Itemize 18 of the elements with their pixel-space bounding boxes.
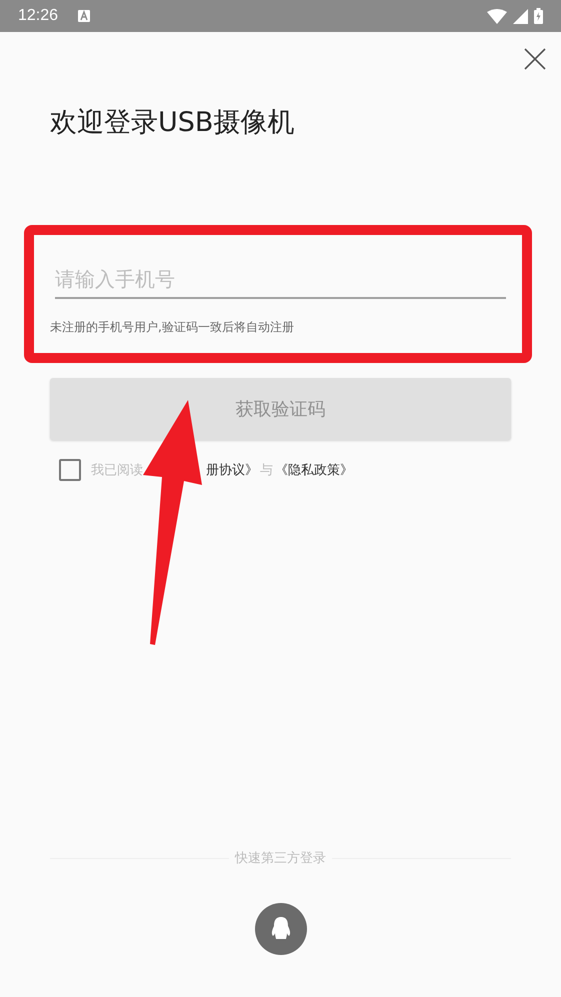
- phone-input-field[interactable]: 请输入手机号: [55, 267, 506, 299]
- agreement-link[interactable]: 册协议》: [206, 461, 258, 479]
- page-title: 欢迎登录USB摄像机: [50, 106, 296, 140]
- close-button[interactable]: [522, 46, 548, 72]
- registration-hint: 未注册的手机号用户,验证码一致后将自动注册: [50, 319, 295, 336]
- signal-icon: [513, 8, 528, 24]
- consent-checkbox[interactable]: [59, 459, 81, 481]
- close-icon: [524, 48, 546, 70]
- penguin-icon: [270, 916, 292, 942]
- keyboard-icon: [78, 10, 90, 22]
- penguin-login-button[interactable]: [254, 903, 306, 955]
- consent-text: 我已阅读: [91, 462, 143, 479]
- third-party-label: 快速第三方登录: [235, 850, 326, 867]
- conjunction-text: 与: [260, 462, 273, 479]
- battery-icon: [534, 8, 543, 24]
- privacy-link[interactable]: 《隐私政策》: [275, 461, 353, 479]
- wifi-icon: [487, 8, 507, 24]
- status-time: 12:26: [18, 7, 58, 25]
